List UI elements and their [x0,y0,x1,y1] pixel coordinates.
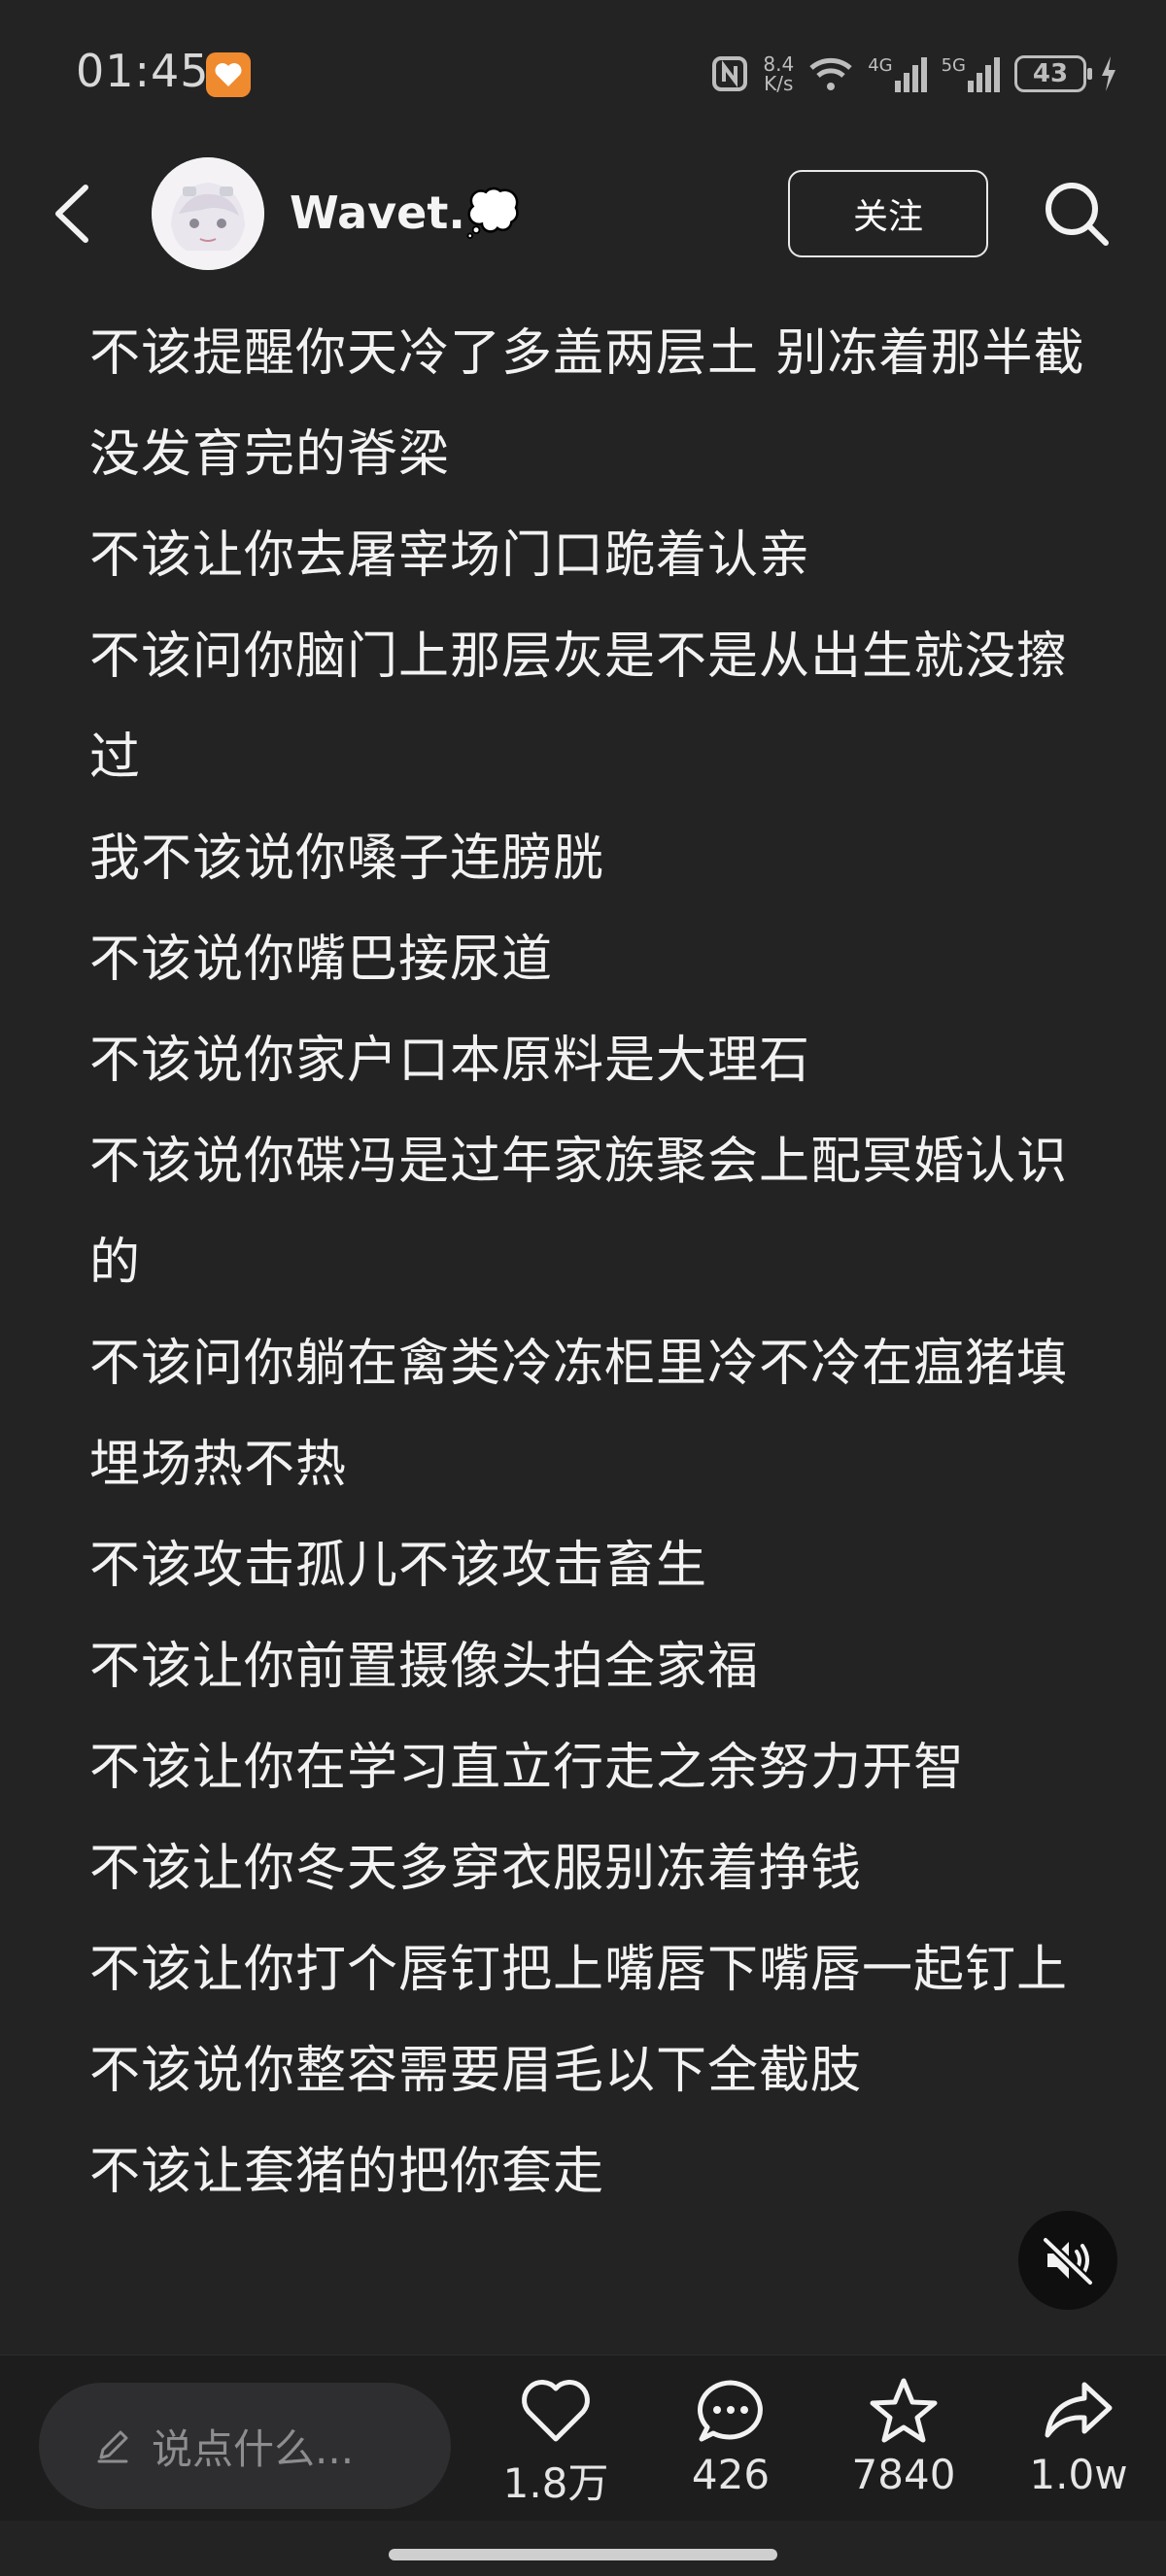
share-arrow-icon [1045,2382,1113,2438]
comment-input[interactable]: 说点什么... [39,2383,451,2509]
comment-placeholder: 说点什么... [152,2424,355,2473]
network-speed-value: 8.4 [763,52,795,76]
charging-bolt-icon [1102,56,1115,91]
avatar[interactable] [152,157,264,270]
speaker-muted-icon [1041,2235,1095,2288]
post-line: 不该让你冬天多穿衣服别冻着挣钱 [89,1840,863,1898]
home-indicator[interactable] [389,2549,777,2560]
post-line: 不该说你家户口本原料是大理石 [89,1032,811,1090]
post-line: 不该说你嘴巴接尿道 [89,931,554,989]
comment-bubble-icon [698,2380,763,2442]
status-indicators: 8.4 K/s 4G 5G 43 [710,49,1117,99]
favorite-button[interactable]: 7840 [831,2377,977,2523]
search-icon [1046,183,1109,246]
post-line: 我不该说你嗓子连膀胱 [89,830,605,888]
comment-count: 426 [691,2451,771,2498]
post-line: 不该问你脑门上那层灰是不是从出生就没擦过 [89,627,1069,787]
share-count: 1.0w [1029,2451,1128,2498]
anime-avatar-icon [152,157,264,270]
network-speed-unit: K/s [764,72,794,95]
signal-bars-icon [968,57,1000,92]
battery-indicator: 43 [1014,55,1092,92]
post-line: 不该让你去屠宰场门口跪着认亲 [89,526,811,585]
back-button[interactable] [47,180,105,248]
signal-4g: 4G [868,55,927,92]
post-line: 不该问你躺在禽类冷冻柜里冷不冷在瘟猪填埋场热不热 [89,1335,1069,1494]
signal-4g-label: 4G [868,55,893,76]
post-header: Wavet.💭 关注 [0,146,1166,282]
post-line: 不该让你打个唇钉把上嘴唇下嘴唇一起钉上 [89,1941,1069,1999]
post-line: 不该说你整容需要眉毛以下全截肢 [89,2042,863,2100]
star-icon [870,2378,938,2443]
like-count: 1.8万 [502,2459,609,2507]
favorite-count: 7840 [851,2451,956,2498]
follow-button[interactable]: 关注 [788,170,988,257]
bottom-action-bar: 说点什么... 1.8万 426 7840 1.0w [0,2355,1166,2521]
wifi-icon [809,57,852,90]
signal-5g-label: 5G [941,55,966,76]
status-bar: 01:45 8.4 K/s 4G 5G 43 [0,0,1166,146]
post-line: 不该让套猪的把你套走 [89,2143,605,2201]
heart-icon [522,2380,590,2442]
pencil-icon [97,2430,128,2463]
mute-toggle-button[interactable] [1018,2211,1117,2310]
post-content: 不该提醒你天冷了多盖两层土 别冻着那半截没发育完的脊梁 不该让你去屠宰场门口跪着… [89,303,1100,2222]
comment-button[interactable]: 426 [658,2377,804,2523]
post-line: 不该说你碟冯是过年家族聚会上配冥婚认识的 [89,1133,1069,1292]
signal-5g: 5G [942,55,1001,92]
post-line: 不该让你前置摄像头拍全家福 [89,1638,760,1696]
status-time: 01:45 [76,45,210,97]
nfc-icon [712,56,748,91]
battery-level: 43 [1032,59,1069,88]
username[interactable]: Wavet.💭 [290,186,521,240]
post-line: 不该攻击孤儿不该攻击畜生 [89,1537,708,1595]
heart-notification-icon [206,52,251,97]
back-arrow-icon [55,185,88,243]
network-speed: 8.4 K/s [763,54,794,93]
post-line: 不该让你在学习直立行走之余努力开智 [89,1739,966,1797]
like-button[interactable]: 1.8万 [483,2377,629,2523]
signal-bars-icon [894,57,927,92]
post-line: 不该提醒你天冷了多盖两层土 别冻着那半截没发育完的脊梁 [89,324,1085,484]
search-button[interactable] [1040,177,1114,251]
share-button[interactable]: 1.0w [1006,2377,1151,2523]
